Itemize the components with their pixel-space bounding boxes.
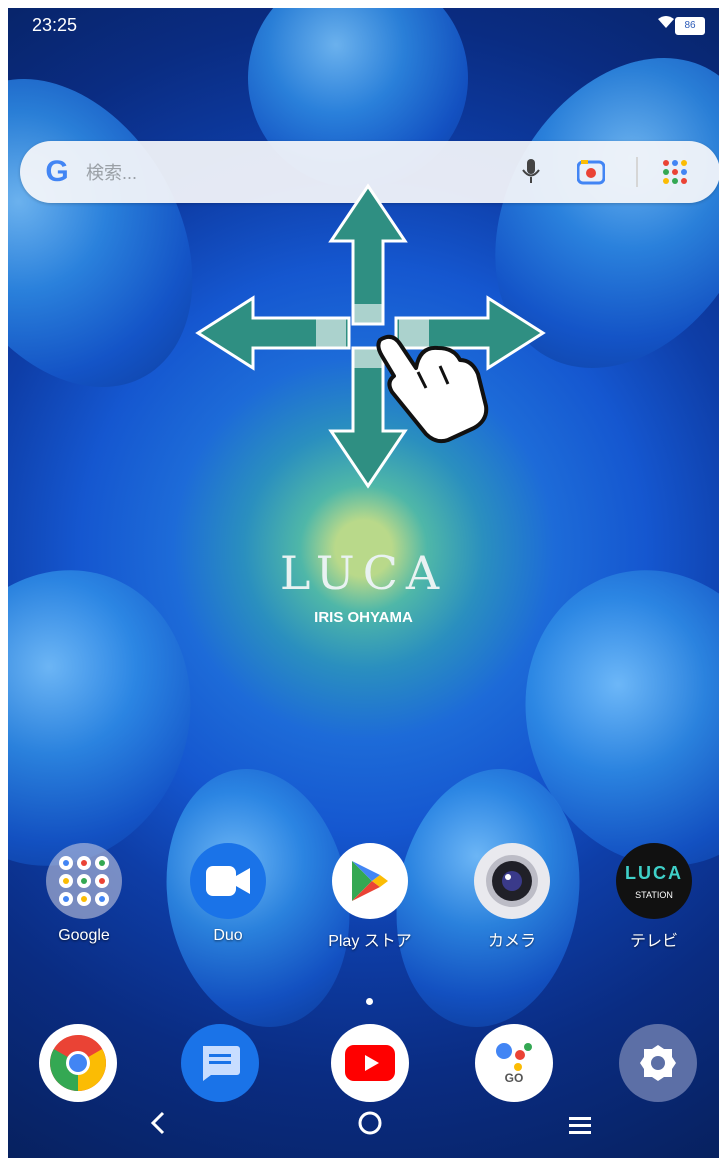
pointing-hand-icon bbox=[376, 334, 489, 444]
home-screen: 23:25 86 G 検索... LUCA IRIS OHYAMA Google… bbox=[8, 8, 719, 1158]
arrow-left-icon bbox=[195, 295, 351, 371]
arrow-up-icon bbox=[328, 183, 408, 326]
gesture-overlay bbox=[195, 183, 546, 489]
